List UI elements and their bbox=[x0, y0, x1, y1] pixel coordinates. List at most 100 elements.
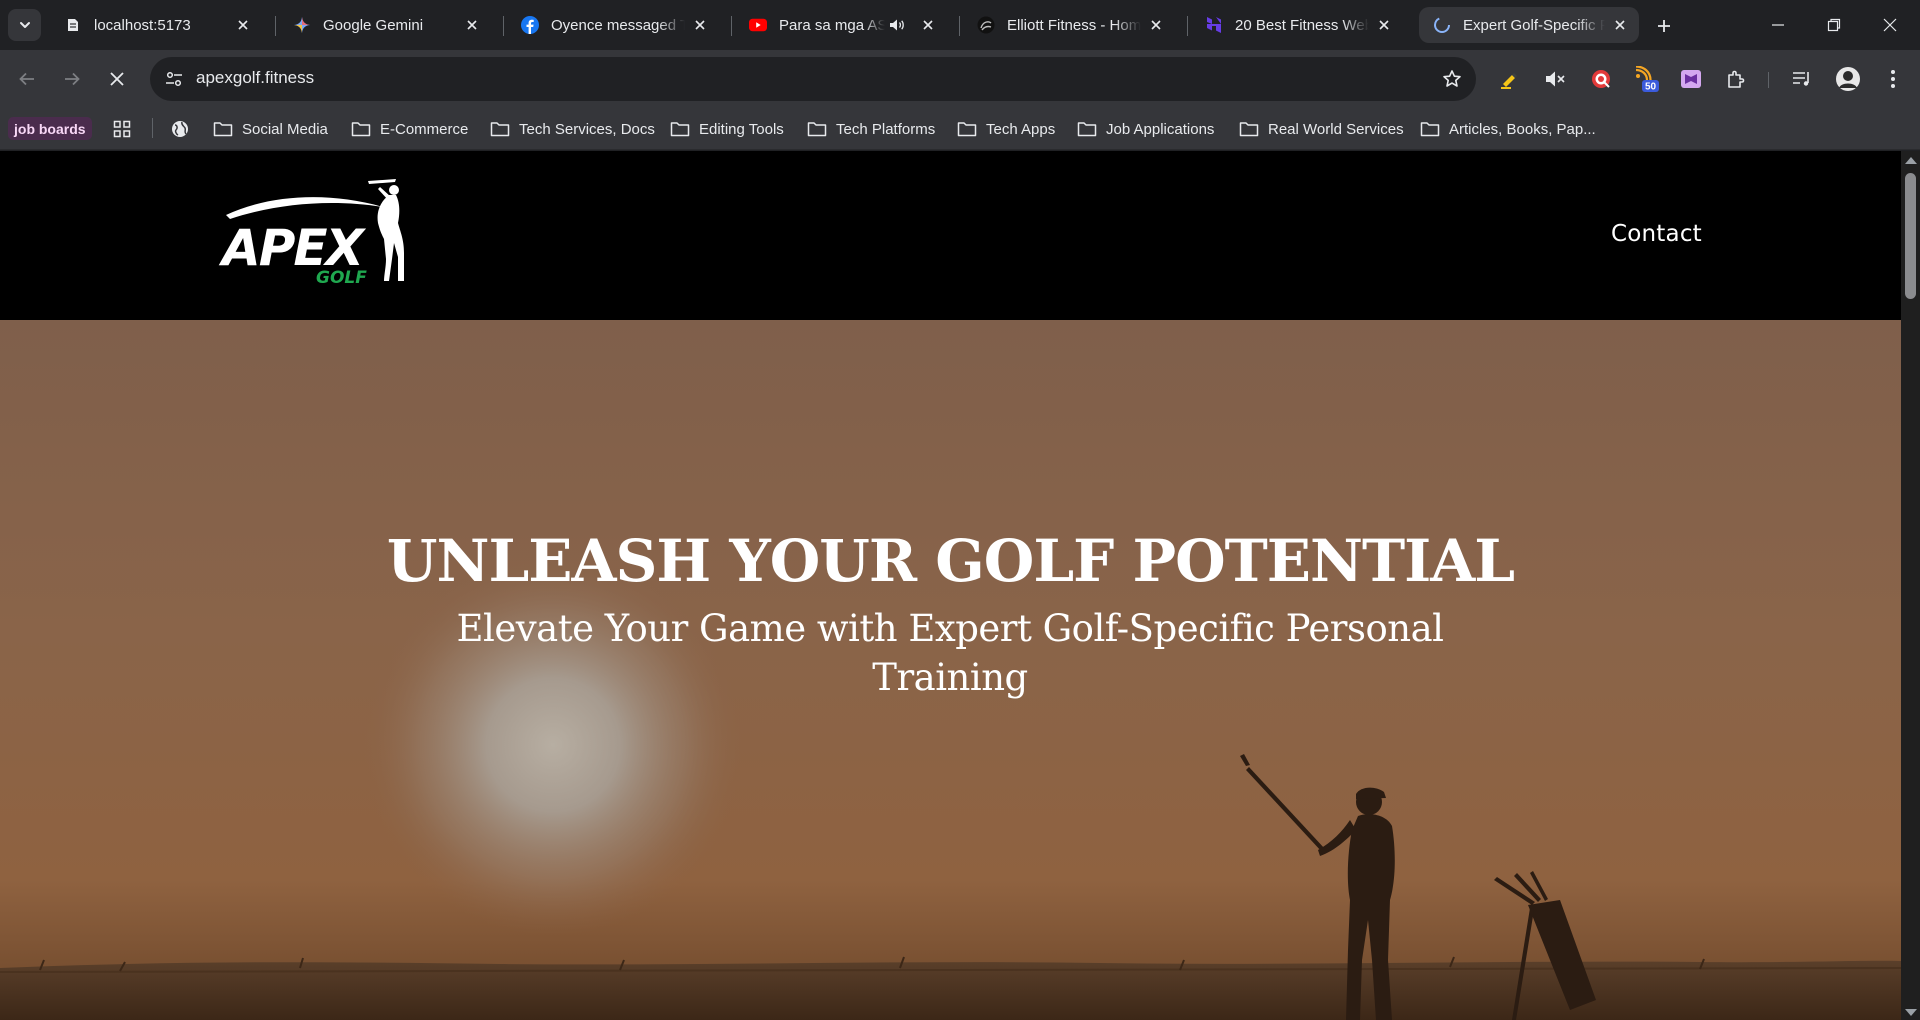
bookmark-folder-social-media[interactable]: Social Media bbox=[213, 117, 328, 141]
media-queue-icon[interactable] bbox=[1788, 65, 1816, 93]
restore-icon bbox=[1827, 18, 1841, 32]
bookmark-label: Real World Services bbox=[1268, 120, 1404, 138]
restore-button[interactable] bbox=[1806, 0, 1862, 50]
close-icon[interactable] bbox=[234, 16, 252, 34]
tab-youtube[interactable]: Para sa mga ASSI bbox=[735, 7, 947, 43]
mute-icon[interactable] bbox=[1541, 65, 1569, 93]
minimize-button[interactable] bbox=[1750, 0, 1806, 50]
bookmark-label: Tech Apps bbox=[986, 120, 1056, 138]
close-icon bbox=[1883, 18, 1897, 32]
hero-title: UNLEASH YOUR GOLF POTENTIAL bbox=[386, 527, 1515, 595]
apps-grid-icon[interactable] bbox=[113, 117, 140, 141]
tab-facebook[interactable]: Oyence messaged TR bbox=[507, 7, 719, 43]
tab-separator bbox=[731, 16, 732, 36]
site-header: APEX GOLF Contact bbox=[0, 151, 1901, 320]
page-viewport: APEX GOLF Contact UNLEASH YOUR GOLF POTE… bbox=[0, 151, 1901, 1020]
tab-title: 20 Best Fitness Webs bbox=[1235, 16, 1369, 34]
tab-localhost[interactable]: localhost:5173 bbox=[50, 7, 262, 43]
arrow-left-icon bbox=[19, 72, 34, 86]
kebab-menu-icon[interactable] bbox=[1879, 65, 1907, 93]
scrollbar-thumb[interactable] bbox=[1905, 173, 1916, 299]
reader-icon[interactable] bbox=[1677, 65, 1705, 93]
tab-title: Google Gemini bbox=[323, 16, 424, 34]
minimize-icon bbox=[1772, 24, 1784, 26]
new-tab-button[interactable] bbox=[1650, 12, 1678, 40]
facebook-icon bbox=[521, 16, 539, 34]
bookmark-label: Job Applications bbox=[1106, 120, 1215, 138]
plus-icon bbox=[1658, 20, 1670, 32]
close-icon[interactable] bbox=[691, 16, 709, 34]
scroll-up-arrow[interactable] bbox=[1905, 157, 1917, 164]
tab-separator bbox=[503, 16, 504, 36]
profile-avatar[interactable] bbox=[1834, 65, 1862, 93]
folder-icon bbox=[670, 122, 690, 137]
back-button[interactable] bbox=[11, 63, 43, 95]
address-bar[interactable]: apexgolf.fitness bbox=[150, 57, 1476, 101]
bookmark-folder-tech-apps[interactable]: Tech Apps bbox=[957, 117, 1055, 141]
bookmark-star-icon[interactable] bbox=[1440, 67, 1464, 91]
bookmark-separator bbox=[152, 118, 153, 138]
tab-title: Elliott Fitness - Home bbox=[1007, 16, 1141, 34]
bookmark-folder-job-applications[interactable]: Job Applications bbox=[1077, 117, 1214, 141]
bookmark-label: Tech Platforms bbox=[836, 120, 936, 138]
hostinger-icon bbox=[1205, 16, 1223, 34]
tab-elliott-fitness[interactable]: Elliott Fitness - Home bbox=[963, 7, 1175, 43]
bookmark-folder-e-commerce[interactable]: E-Commerce bbox=[351, 117, 468, 141]
tab-google-gemini[interactable]: Google Gemini bbox=[279, 7, 491, 43]
bookmark-label: Editing Tools bbox=[699, 120, 784, 138]
folder-icon bbox=[1077, 122, 1097, 137]
window-close-button[interactable] bbox=[1862, 0, 1918, 50]
bookmark-label: E-Commerce bbox=[380, 120, 469, 138]
bookmark-folder-real-world-services[interactable]: Real World Services bbox=[1239, 117, 1404, 141]
speaker-icon[interactable] bbox=[889, 18, 905, 32]
logo-subtext: GOLF bbox=[316, 268, 367, 287]
page-icon bbox=[64, 16, 82, 34]
nav-contact-link[interactable]: Contact bbox=[1611, 221, 1702, 247]
tab-title: Oyence messaged TR bbox=[551, 16, 685, 34]
scroll-down-arrow[interactable] bbox=[1905, 1009, 1917, 1016]
page-scrollbar[interactable] bbox=[1901, 151, 1920, 1020]
stop-loading-button[interactable] bbox=[101, 63, 133, 95]
tab-search-button[interactable] bbox=[8, 9, 41, 41]
close-icon[interactable] bbox=[1147, 16, 1165, 34]
tab-title: localhost:5173 bbox=[94, 16, 191, 34]
target-icon[interactable] bbox=[1587, 65, 1615, 93]
toolbar-separator bbox=[1768, 72, 1769, 88]
bookmark-folder-articles[interactable]: Articles, Books, Pap... bbox=[1420, 117, 1596, 141]
loading-icon bbox=[1433, 16, 1451, 34]
browser-toolbar: apexgolf.fitness 50 bbox=[0, 50, 1920, 108]
hero-section: UNLEASH YOUR GOLF POTENTIAL Elevate Your… bbox=[0, 320, 1901, 1020]
bookmark-label: Tech Services, Docs bbox=[519, 120, 655, 138]
tab-separator bbox=[959, 16, 960, 36]
hero-subtitle: Elevate Your Game with Expert Golf-Speci… bbox=[456, 607, 1444, 699]
apex-golf-logo[interactable]: APEX GOLF bbox=[218, 177, 418, 288]
folder-icon bbox=[1239, 122, 1259, 137]
bookmark-folder-tech-platforms[interactable]: Tech Platforms bbox=[807, 117, 935, 141]
tab-separator bbox=[275, 16, 276, 36]
tab-title: Expert Golf-Specific P bbox=[1463, 16, 1605, 34]
tab-expert-golf[interactable]: Expert Golf-Specific P bbox=[1419, 7, 1639, 43]
rss-icon[interactable]: 50 bbox=[1632, 65, 1660, 93]
bookmark-job-boards[interactable]: job boards bbox=[8, 117, 92, 140]
folder-icon bbox=[1420, 122, 1440, 137]
globe-icon[interactable] bbox=[171, 117, 198, 141]
url-text[interactable]: apexgolf.fitness bbox=[196, 68, 314, 88]
close-icon[interactable] bbox=[463, 16, 481, 34]
bookmark-folder-editing-tools[interactable]: Editing Tools bbox=[670, 117, 784, 141]
folder-icon bbox=[957, 122, 977, 137]
tab-separator bbox=[1187, 16, 1188, 36]
close-icon[interactable] bbox=[1375, 16, 1393, 34]
bookmarks-bar: job boards Social Media E-Commerce Tech … bbox=[0, 108, 1920, 150]
bookmark-label: Articles, Books, Pap... bbox=[1449, 120, 1596, 138]
close-icon[interactable] bbox=[919, 16, 937, 34]
arrow-right-icon bbox=[65, 72, 80, 86]
tab-fitness-websites[interactable]: 20 Best Fitness Webs bbox=[1191, 7, 1403, 43]
close-icon[interactable] bbox=[1611, 16, 1629, 34]
bookmark-folder-tech-services[interactable]: Tech Services, Docs bbox=[490, 117, 655, 141]
elliott-icon bbox=[977, 16, 995, 34]
highlighter-icon[interactable] bbox=[1496, 65, 1524, 93]
puzzle-icon[interactable] bbox=[1722, 65, 1750, 93]
forward-button[interactable] bbox=[56, 63, 88, 95]
site-info-icon[interactable] bbox=[160, 65, 188, 93]
bookmark-label: Social Media bbox=[242, 120, 328, 138]
